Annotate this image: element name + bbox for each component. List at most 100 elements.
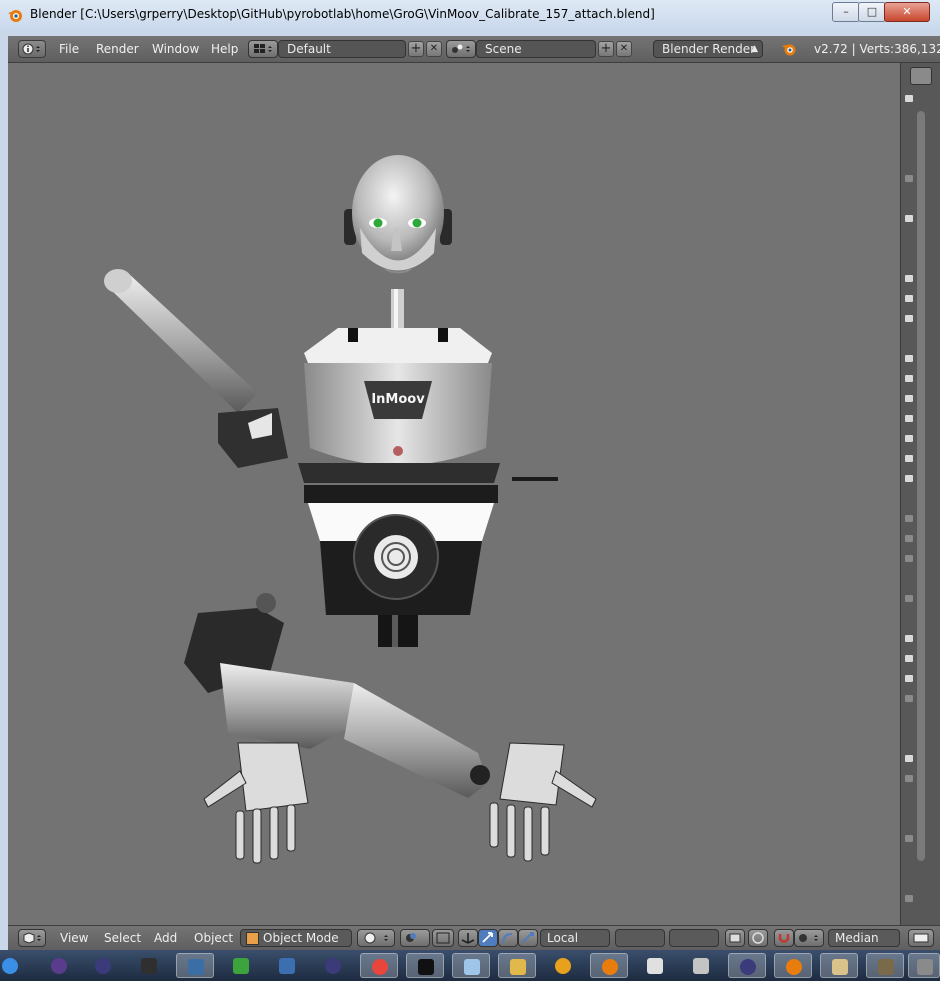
camera-icon[interactable] — [905, 835, 913, 842]
view3d-editor-button[interactable] — [18, 929, 46, 947]
screen-layout-field[interactable]: Default — [278, 40, 406, 58]
taskbar-item[interactable] — [498, 953, 536, 978]
outliner-editor-button[interactable] — [910, 67, 932, 85]
menu-select[interactable]: Select — [104, 931, 141, 945]
remove-screen-button[interactable]: ✕ — [426, 41, 442, 57]
camera-icon[interactable] — [905, 475, 913, 482]
snap-toggle-button[interactable] — [774, 929, 794, 947]
camera-icon[interactable] — [905, 215, 913, 222]
scene-selector[interactable] — [446, 40, 476, 58]
taskbar-item[interactable] — [176, 953, 214, 978]
camera-icon[interactable] — [905, 295, 913, 302]
camera-icon[interactable] — [905, 275, 913, 282]
taskbar-item[interactable] — [452, 953, 490, 978]
eclipse-icon — [51, 958, 67, 974]
camera-icon[interactable] — [905, 775, 913, 782]
taskbar-item[interactable] — [84, 953, 122, 978]
3d-viewport[interactable]: InMoov — [8, 63, 900, 925]
taskbar-item[interactable] — [590, 953, 628, 978]
scene-field[interactable]: Scene — [476, 40, 596, 58]
taskbar-item[interactable] — [820, 953, 858, 978]
snap-target-select[interactable]: Median — [828, 929, 900, 947]
camera-icon[interactable] — [905, 555, 913, 562]
snap-element-select[interactable] — [794, 929, 824, 947]
render-preview-button[interactable] — [908, 929, 934, 947]
camera-icon[interactable] — [905, 895, 913, 902]
editor-type-button[interactable] — [18, 40, 46, 58]
menu-file[interactable]: File — [59, 42, 79, 56]
camera-icon[interactable] — [905, 455, 913, 462]
menu-window[interactable]: Window — [152, 42, 199, 56]
start-button[interactable] — [0, 953, 38, 978]
taskbar-item[interactable] — [866, 953, 904, 978]
windows-flag-icon — [233, 958, 249, 974]
viewport-shading-select[interactable] — [357, 929, 395, 947]
taskbar-item[interactable] — [682, 953, 720, 978]
robot-head[interactable] — [344, 155, 452, 341]
camera-icon[interactable] — [905, 355, 913, 362]
taskbar-item[interactable] — [222, 953, 260, 978]
taskbar-item[interactable] — [774, 953, 812, 978]
transform-manipulator-toggle[interactable] — [458, 929, 478, 947]
outliner-scrollbar[interactable] — [917, 111, 925, 861]
taskbar-item[interactable] — [314, 953, 352, 978]
screen-layout-selector[interactable] — [248, 40, 278, 58]
taskbar-item[interactable] — [360, 953, 398, 978]
proportional-edit-button[interactable] — [748, 929, 768, 947]
menu-add[interactable]: Add — [154, 931, 177, 945]
updown-arrow-icon: ▲ — [751, 44, 758, 54]
camera-icon[interactable] — [905, 515, 913, 522]
camera-icon[interactable] — [905, 535, 913, 542]
add-scene-button[interactable]: + — [598, 41, 614, 57]
add-screen-button[interactable]: + — [408, 41, 424, 57]
taskbar-item[interactable] — [728, 953, 766, 978]
robot-right-arm[interactable] — [184, 593, 490, 798]
transform-orientation-select[interactable]: Local — [540, 929, 610, 947]
camera-icon[interactable] — [905, 675, 913, 682]
camera-icon[interactable] — [905, 595, 913, 602]
camera-icon[interactable] — [905, 95, 913, 102]
minimize-button[interactable]: – — [832, 2, 860, 22]
render-engine-select[interactable]: Blender Render ▲ — [653, 40, 763, 58]
camera-icon[interactable] — [905, 175, 913, 182]
taskbar-item[interactable] — [406, 953, 444, 978]
camera-icon[interactable] — [905, 415, 913, 422]
close-button[interactable]: ✕ — [884, 2, 930, 22]
taskbar-item[interactable] — [268, 953, 306, 978]
menu-help[interactable]: Help — [211, 42, 238, 56]
camera-icon[interactable] — [905, 655, 913, 662]
maximize-button[interactable]: □ — [858, 2, 886, 22]
robot-left-arm[interactable] — [104, 269, 288, 468]
camera-icon[interactable] — [905, 375, 913, 382]
taskbar-item[interactable] — [40, 953, 78, 978]
pivot-point-select[interactable] — [400, 929, 430, 947]
camera-icon[interactable] — [905, 435, 913, 442]
robot-left-hand[interactable] — [203, 742, 309, 864]
pivot-manipulator-button[interactable] — [432, 929, 454, 947]
layers-grid-1[interactable] — [615, 929, 665, 947]
rotate-manipulator-button[interactable] — [498, 929, 518, 947]
layers-grid-2[interactable] — [669, 929, 719, 947]
mode-select[interactable]: Object Mode — [240, 929, 352, 947]
robot-right-hand[interactable] — [489, 742, 597, 862]
translate-manipulator-button[interactable] — [478, 929, 498, 947]
remove-scene-button[interactable]: ✕ — [616, 41, 632, 57]
scale-manipulator-button[interactable] — [518, 929, 538, 947]
outliner-panel[interactable] — [900, 63, 940, 925]
taskbar-item[interactable] — [130, 953, 168, 978]
camera-icon[interactable] — [905, 635, 913, 642]
menu-view[interactable]: View — [60, 931, 88, 945]
camera-icon[interactable] — [905, 395, 913, 402]
eclipse-icon — [325, 958, 341, 974]
camera-icon[interactable] — [905, 695, 913, 702]
camera-icon[interactable] — [905, 755, 913, 762]
camera-icon[interactable] — [905, 315, 913, 322]
robot-torso[interactable]: InMoov — [298, 328, 558, 647]
menu-object[interactable]: Object — [194, 931, 233, 945]
taskbar-item[interactable] — [636, 953, 674, 978]
taskbar-item[interactable] — [908, 953, 940, 978]
taskbar-item[interactable] — [544, 953, 582, 978]
inmoov-robot-model[interactable]: InMoov — [8, 63, 900, 925]
lock-camera-button[interactable] — [725, 929, 745, 947]
menu-render[interactable]: Render — [96, 42, 139, 56]
